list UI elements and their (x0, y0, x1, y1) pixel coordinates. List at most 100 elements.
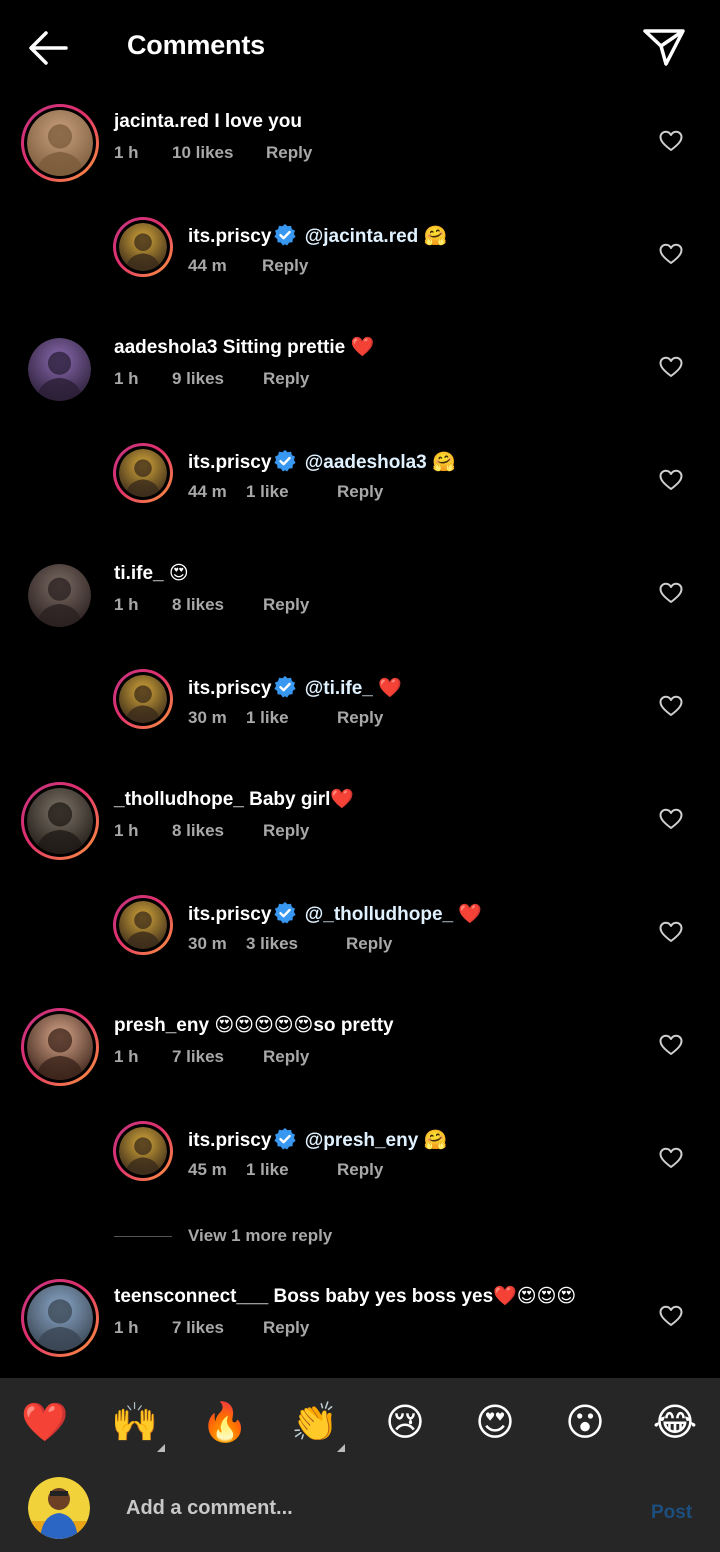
likes-count[interactable]: 10 likes (172, 143, 233, 163)
comment-username[interactable]: its.priscy (188, 452, 271, 473)
reply-button[interactable]: Reply (337, 1160, 383, 1180)
comment-username[interactable]: teensconnect___ (114, 1286, 268, 1307)
like-heart-icon[interactable] (659, 808, 683, 830)
reply-button[interactable]: Reply (266, 143, 312, 163)
comment-username[interactable]: aadeshola3 (114, 337, 218, 358)
mention-link[interactable]: @_tholludhope_ (305, 904, 453, 925)
comment-time: 30 m (188, 934, 227, 953)
likes-count[interactable]: 8 likes (172, 595, 224, 615)
comment-username[interactable]: its.priscy (188, 904, 271, 925)
emoji-laughing[interactable]: 😂 (651, 1398, 699, 1446)
like-heart-icon[interactable] (659, 243, 683, 265)
mention-link[interactable]: @presh_eny (305, 1130, 419, 1151)
comment-body: 😍 (163, 563, 189, 584)
like-heart-icon[interactable] (659, 1034, 683, 1056)
emoji-heart[interactable]: ❤️ (21, 1398, 69, 1446)
comment-body: Baby girl❤️ (243, 789, 355, 810)
emoji-raised-hands[interactable]: 🙌 (111, 1398, 159, 1446)
emoji-clapping[interactable]: 👏 (291, 1398, 339, 1446)
likes-count[interactable]: 1 like (246, 1160, 289, 1180)
reply-button[interactable]: Reply (263, 1318, 309, 1338)
comment-body: Sitting prettie ❤️ (217, 337, 375, 358)
share-paper-plane-icon[interactable] (640, 24, 688, 70)
user-avatar[interactable] (21, 782, 99, 860)
user-avatar[interactable] (21, 104, 99, 182)
reply-button[interactable]: Reply (263, 821, 309, 841)
verified-badge-icon (274, 676, 297, 698)
post-button[interactable]: Post (651, 1502, 692, 1524)
comment-body: 😍😍😍😍😍so pretty (209, 1015, 394, 1036)
likes-count[interactable]: 1 like (246, 708, 289, 728)
avatar-photo (119, 675, 167, 723)
comment-time: 30 m (188, 708, 227, 727)
comment-body: I love you (209, 111, 302, 132)
likes-count[interactable]: 3 likes (246, 934, 298, 954)
like-heart-icon[interactable] (659, 356, 683, 378)
reply-button[interactable]: Reply (263, 369, 309, 389)
likes-count[interactable]: 7 likes (172, 1047, 224, 1067)
comment-username[interactable]: presh_eny (114, 1015, 209, 1036)
verified-badge-icon (274, 450, 297, 472)
comment-text-line: its.priscy @ti.ife_ ❤️ (188, 675, 402, 701)
quick-emoji-bar: ❤️ 🙌 🔥 👏 😢 😍 😮 😂 (0, 1378, 720, 1466)
avatar-photo (27, 110, 93, 176)
skin-tone-indicator (337, 1444, 345, 1452)
comment-emoji: ❤️ (458, 904, 483, 925)
user-avatar[interactable] (28, 564, 91, 627)
comment-time: 1 h (114, 1318, 139, 1337)
likes-count[interactable]: 9 likes (172, 369, 224, 389)
mention-link[interactable]: @aadeshola3 (305, 452, 427, 473)
reply-button[interactable]: Reply (337, 482, 383, 502)
avatar-photo (119, 223, 167, 271)
emoji-heart-eyes[interactable]: 😍 (471, 1398, 519, 1446)
comment-username[interactable]: its.priscy (188, 678, 271, 699)
likes-count[interactable]: 8 likes (172, 821, 224, 841)
like-heart-icon[interactable] (659, 469, 683, 491)
comment-username[interactable]: its.priscy (188, 226, 271, 247)
user-avatar[interactable] (28, 338, 91, 401)
avatar-photo (28, 564, 91, 627)
emoji-fire[interactable]: 🔥 (201, 1398, 249, 1446)
likes-count[interactable]: 7 likes (172, 1318, 224, 1338)
comment-input[interactable] (126, 1492, 606, 1524)
comment-emoji: 🤗 (432, 452, 456, 473)
comment-text-line: presh_eny 😍😍😍😍😍so pretty (114, 1014, 394, 1038)
like-heart-icon[interactable] (659, 1147, 683, 1169)
comment-username[interactable]: jacinta.red (114, 111, 209, 132)
reply-button[interactable]: Reply (263, 1047, 309, 1067)
avatar-photo (119, 449, 167, 497)
like-heart-icon[interactable] (659, 582, 683, 604)
mention-link[interactable]: @ti.ife_ (305, 678, 373, 699)
mention-link[interactable]: @jacinta.red (305, 226, 419, 247)
view-more-label[interactable]: View 1 more reply (188, 1226, 332, 1246)
user-avatar[interactable] (113, 1121, 173, 1181)
like-heart-icon[interactable] (659, 695, 683, 717)
user-avatar[interactable] (113, 443, 173, 503)
user-avatar[interactable] (113, 895, 173, 955)
view-more-replies[interactable]: View 1 more reply (114, 1226, 514, 1250)
reply-button[interactable]: Reply (337, 708, 383, 728)
reply-button[interactable]: Reply (346, 934, 392, 954)
comment-username[interactable]: ti.ife_ (114, 563, 164, 584)
user-avatar[interactable] (113, 217, 173, 277)
user-avatar[interactable] (21, 1279, 99, 1357)
like-heart-icon[interactable] (659, 1305, 683, 1327)
emoji-crying[interactable]: 😢 (381, 1398, 429, 1446)
comment-time: 1 h (114, 369, 139, 388)
avatar-photo (119, 1127, 167, 1175)
reply-button[interactable]: Reply (262, 256, 308, 276)
comment-time: 45 m (188, 1160, 227, 1179)
likes-count[interactable]: 1 like (246, 482, 289, 502)
emoji-surprised[interactable]: 😮 (561, 1398, 609, 1446)
comment-username[interactable]: _tholludhope_ (114, 789, 244, 810)
comment-time: 1 h (114, 1047, 139, 1066)
current-user-avatar (28, 1477, 90, 1539)
like-heart-icon[interactable] (659, 130, 683, 152)
avatar-photo (27, 1014, 93, 1080)
comment-username[interactable]: its.priscy (188, 1130, 271, 1151)
user-avatar[interactable] (113, 669, 173, 729)
back-arrow-icon[interactable] (26, 28, 70, 68)
like-heart-icon[interactable] (659, 921, 683, 943)
user-avatar[interactable] (21, 1008, 99, 1086)
reply-button[interactable]: Reply (263, 595, 309, 615)
